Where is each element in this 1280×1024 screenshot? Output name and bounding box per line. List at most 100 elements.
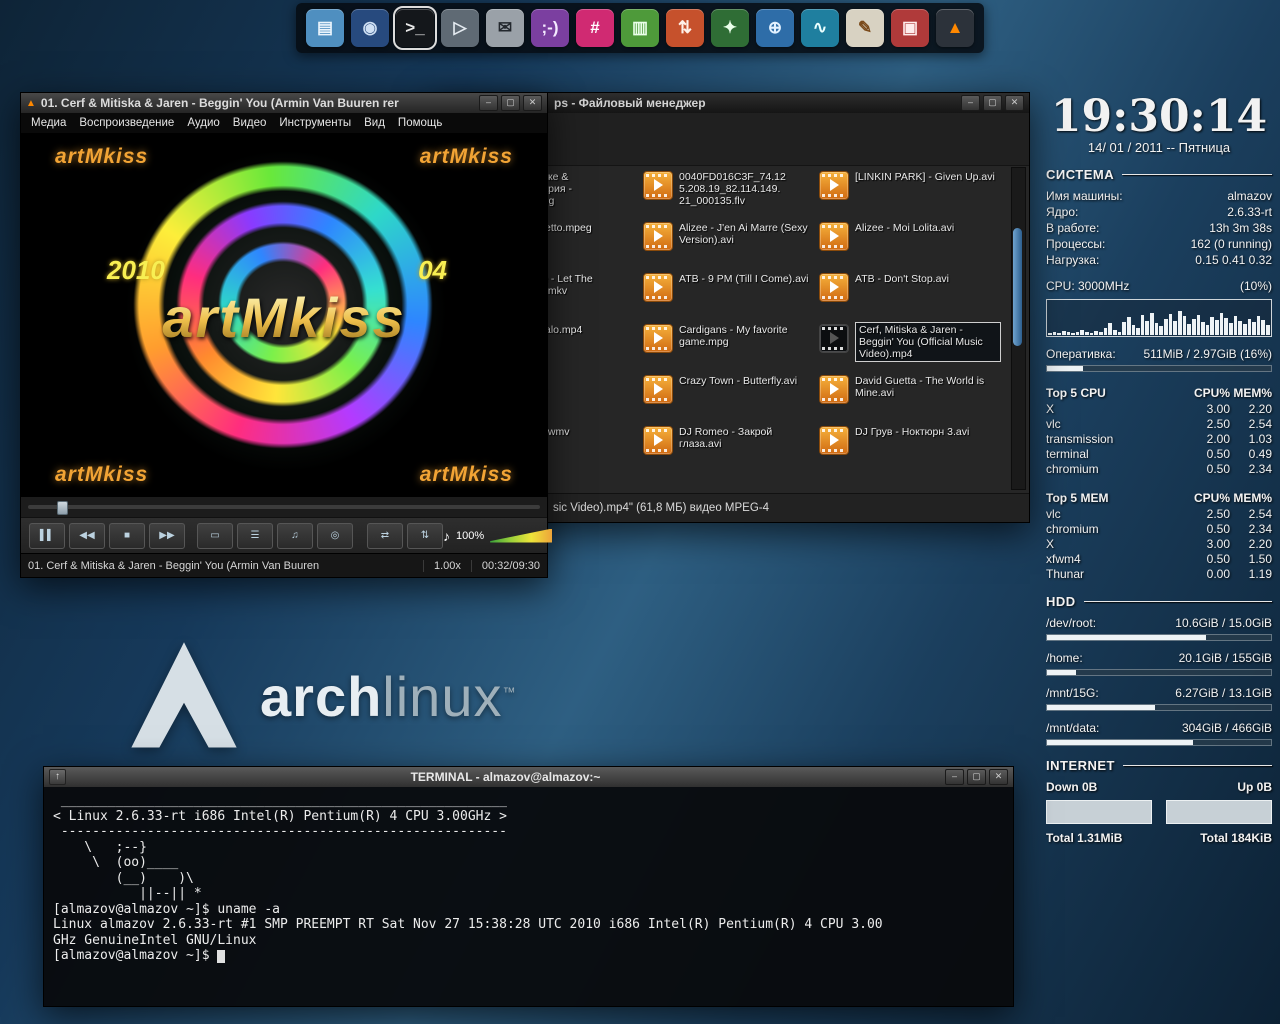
video-file-icon: [819, 273, 849, 302]
photo-viewer-dock-icon[interactable]: ◉: [351, 9, 389, 47]
file-item[interactable]: Alizee - Moi Lolita.avi: [819, 222, 1001, 273]
menu-item[interactable]: Инструменты: [273, 115, 357, 131]
cpu-graph-bar: [1173, 321, 1177, 335]
upload-graph: [1166, 800, 1272, 824]
file-item[interactable]: 0040FD016C3F_74.12 5.208.19_82.114.149. …: [643, 171, 813, 222]
package-manager-dock-icon[interactable]: ▣: [891, 9, 929, 47]
menu-item[interactable]: Воспроизведение: [73, 115, 180, 131]
file-item[interactable]: DJ Romeo - Закрой глаза.avi: [643, 426, 813, 477]
pause-button[interactable]: ▌▌: [29, 523, 65, 549]
volume-slider[interactable]: [490, 529, 552, 543]
media-player-dock-icon[interactable]: ▷: [441, 9, 479, 47]
fullscreen-button[interactable]: ▭: [197, 523, 233, 549]
terminal-prompt: [almazov@almazov ~]$: [53, 948, 217, 963]
terminal-dock-icon[interactable]: >_: [396, 9, 434, 47]
top-mem-header: Top 5 MEM CPU% MEM%: [1046, 489, 1272, 507]
playback-time[interactable]: 00:32/09:30: [472, 560, 540, 572]
file-item[interactable]: ATB - 9 PM (Till I Come).avi: [643, 273, 813, 324]
keyring-dock-icon[interactable]: ✦: [711, 9, 749, 47]
previous-button[interactable]: ◀◀: [69, 523, 105, 549]
terminal-line: GHz GenuineIntel GNU/Linux: [53, 933, 1004, 949]
process-cpu: 3.00: [1188, 402, 1230, 417]
cpu-graph-bar: [1127, 317, 1131, 335]
file-item[interactable]: Crazy Town - Butterfly.avi: [643, 375, 813, 426]
terminal-titlebar[interactable]: ↑ TERMINAL - almazov@almazov:~ – ▢ ✕: [44, 767, 1013, 787]
file-item[interactable]: David Guetta - The World is Mine.avi: [819, 375, 1001, 426]
menu-item[interactable]: Вид: [358, 115, 391, 131]
equalizer-button[interactable]: ♫: [277, 523, 313, 549]
net-speed-row: Down 0B Up 0B: [1046, 779, 1272, 795]
file-item[interactable]: ATB - Don't Stop.avi: [819, 273, 1001, 324]
snapshot-button[interactable]: ◎: [317, 523, 353, 549]
cpu-graph-bar: [1062, 331, 1066, 335]
file-item[interactable]: [LINKIN PARK] - Given Up.avi: [819, 171, 1001, 222]
close-button[interactable]: ✕: [523, 95, 542, 111]
minimize-button[interactable]: –: [479, 95, 498, 111]
top-cpu-header: Top 5 CPU CPU% MEM%: [1046, 384, 1272, 402]
web-browser-dock-icon[interactable]: ⊕: [756, 9, 794, 47]
playlist-button[interactable]: ☰: [237, 523, 273, 549]
vlc-titlebar[interactable]: ▲ 01. Cerf & Mitiska & Jaren - Beggin' Y…: [21, 93, 547, 113]
date: 14/ 01 / 2011 -- Пятница: [1046, 140, 1272, 155]
maximize-button[interactable]: ▢: [967, 769, 986, 785]
process-mem: 2.34: [1230, 462, 1272, 477]
file-manager-dock-icon[interactable]: ▤: [306, 9, 344, 47]
disk-usage-fill: [1047, 740, 1193, 745]
menu-item[interactable]: Медиа: [25, 115, 72, 131]
text-editor-dock-icon[interactable]: ✎: [846, 9, 884, 47]
cpu-graph-bar: [1187, 324, 1191, 335]
task-monitor-dock-icon[interactable]: ▥: [621, 9, 659, 47]
minimize-button[interactable]: –: [961, 95, 980, 111]
seek-slider[interactable]: [28, 505, 540, 509]
maximize-button[interactable]: ▢: [501, 95, 520, 111]
scrollbar-thumb[interactable]: [1013, 228, 1022, 346]
vlc-seek-row: [21, 497, 547, 517]
minimize-button[interactable]: –: [945, 769, 964, 785]
close-button[interactable]: ✕: [989, 769, 1008, 785]
hdd-entry: /mnt/15G: 6.27GiB / 13.1GiB: [1046, 685, 1272, 711]
network-graph-dock-icon[interactable]: ∿: [801, 9, 839, 47]
stop-button[interactable]: ■: [109, 523, 145, 549]
loop-button[interactable]: ⇄: [367, 523, 403, 549]
video-file-icon: [819, 324, 849, 353]
system-info-row: Имя машины: almazov: [1046, 188, 1272, 204]
vlc-player-dock-icon[interactable]: ▲: [936, 9, 974, 47]
seek-handle[interactable]: [57, 501, 68, 515]
menu-item[interactable]: Помощь: [392, 115, 448, 131]
info-value: 2.6.33-rt: [1227, 204, 1272, 220]
playback-rate[interactable]: 1.00x: [423, 560, 472, 572]
process-mem: 2.34: [1230, 522, 1272, 537]
mail-dock-icon[interactable]: ✉: [486, 9, 524, 47]
terminal-output[interactable]: ________________________________________…: [44, 787, 1013, 970]
process-row: transmission 2.00 1.03: [1046, 432, 1272, 447]
package-updater-dock-icon[interactable]: ⇅: [666, 9, 704, 47]
cpu-graph-bar: [1238, 321, 1242, 335]
terminal-window: ↑ TERMINAL - almazov@almazov:~ – ▢ ✕ ___…: [43, 766, 1014, 1007]
irc-chat-dock-icon[interactable]: #: [576, 9, 614, 47]
scrollbar[interactable]: [1011, 167, 1026, 490]
info-label: Нагрузка:: [1046, 252, 1099, 268]
shade-button[interactable]: ↑: [49, 769, 66, 785]
maximize-button[interactable]: ▢: [983, 95, 1002, 111]
file-item[interactable]: Cerf, Mitiska & Jaren - Beggin' You (Off…: [819, 324, 1001, 375]
cpu-graph-bar: [1224, 318, 1228, 335]
file-item[interactable]: Alizee - J'en Ai Marre (Sexy Version).av…: [643, 222, 813, 273]
menu-item[interactable]: Аудио: [181, 115, 225, 131]
terminal-line: ||--|| *: [53, 886, 1004, 902]
process-name: transmission: [1046, 432, 1188, 447]
messenger-dock-icon[interactable]: ;-): [531, 9, 569, 47]
video-file-icon: [643, 171, 673, 200]
vlc-video-area[interactable]: artMkiss artMkiss artMkiss artMkiss 2010…: [21, 133, 547, 497]
close-button[interactable]: ✕: [1005, 95, 1024, 111]
menu-item[interactable]: Видео: [227, 115, 273, 131]
next-button[interactable]: ▶▶: [149, 523, 185, 549]
play-triangle-icon: [830, 281, 839, 293]
cpu-graph-bar: [1261, 320, 1265, 335]
clock: 19:30:14: [1046, 94, 1272, 140]
file-item[interactable]: Cardigans - My favorite game.mpg: [643, 324, 813, 375]
shuffle-button[interactable]: ⇅: [407, 523, 443, 549]
now-playing-title: 01. Cerf & Mitiska & Jaren - Beggin' You…: [28, 560, 423, 572]
trademark-symbol: ™: [502, 684, 516, 699]
file-item[interactable]: DJ Грув - Ноктюрн 3.avi: [819, 426, 1001, 477]
process-row: Thunar 0.00 1.19: [1046, 567, 1272, 582]
